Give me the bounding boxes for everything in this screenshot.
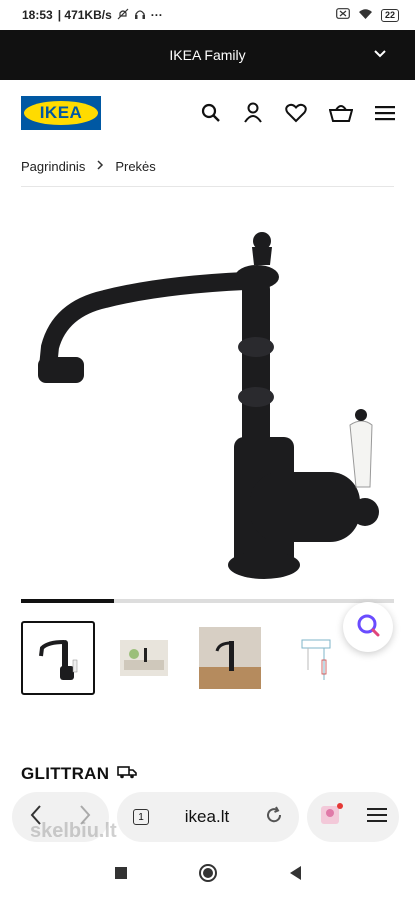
menu-icon[interactable]: [375, 105, 395, 121]
logo-text: IKEA: [24, 101, 98, 125]
assistant-button[interactable]: [343, 602, 393, 652]
product-name: GLITTRAN: [21, 764, 110, 783]
thumbnail-2[interactable]: [107, 621, 181, 695]
recents-icon[interactable]: [114, 866, 128, 885]
watermark: skelbiu.lt: [30, 820, 117, 842]
product-title: GLITTRAN: [21, 764, 138, 784]
profile-avatar-icon[interactable]: [319, 802, 343, 832]
thumbnail-4[interactable]: [279, 621, 353, 695]
gallery-progress-fill: [21, 599, 115, 603]
breadcrumb-products[interactable]: Prekės: [115, 159, 155, 174]
more-icon: ···: [150, 8, 163, 22]
assistant-icon: [355, 612, 381, 643]
site-header: IKEA: [0, 80, 415, 146]
status-speed: | 471KB/s: [57, 8, 112, 22]
url-text[interactable]: ikea.lt: [185, 807, 229, 827]
chevron-down-icon: [373, 44, 387, 67]
notification-mute-icon: [117, 8, 129, 23]
battery-icon: 22: [380, 8, 399, 22]
account-icon[interactable]: [243, 102, 263, 124]
browser-extras-group: [307, 792, 399, 842]
headphones-icon: [134, 8, 146, 23]
home-icon[interactable]: [198, 863, 218, 888]
gallery-progress: [21, 599, 394, 603]
heart-icon[interactable]: [285, 103, 307, 123]
product-image[interactable]: [0, 187, 415, 599]
thumbnail-1[interactable]: [21, 621, 95, 695]
banner-label: IKEA Family: [169, 47, 246, 63]
status-time: 18:53: [22, 8, 53, 22]
wifi-icon: [358, 8, 373, 23]
thumbnail-3[interactable]: [193, 621, 267, 695]
address-bar[interactable]: 1 ikea.lt: [117, 792, 299, 842]
status-bar: 18:53 | 471KB/s ··· 22: [0, 0, 415, 30]
ikea-family-banner[interactable]: IKEA Family: [0, 30, 415, 80]
sim-off-icon: [336, 8, 350, 22]
back-nav-icon[interactable]: [288, 865, 302, 886]
search-icon[interactable]: [201, 103, 221, 123]
basket-icon[interactable]: [329, 103, 353, 123]
breadcrumb-home[interactable]: Pagrindinis: [21, 159, 85, 174]
breadcrumb: Pagrindinis Prekės: [0, 146, 415, 186]
ikea-logo[interactable]: IKEA: [21, 96, 101, 130]
chevron-right-icon: [95, 159, 105, 174]
delivery-truck-icon: [117, 764, 138, 784]
tab-count[interactable]: 1: [133, 809, 149, 825]
reload-icon[interactable]: [265, 806, 283, 829]
browser-menu-icon[interactable]: [367, 807, 387, 828]
system-nav-bar: [0, 850, 415, 900]
